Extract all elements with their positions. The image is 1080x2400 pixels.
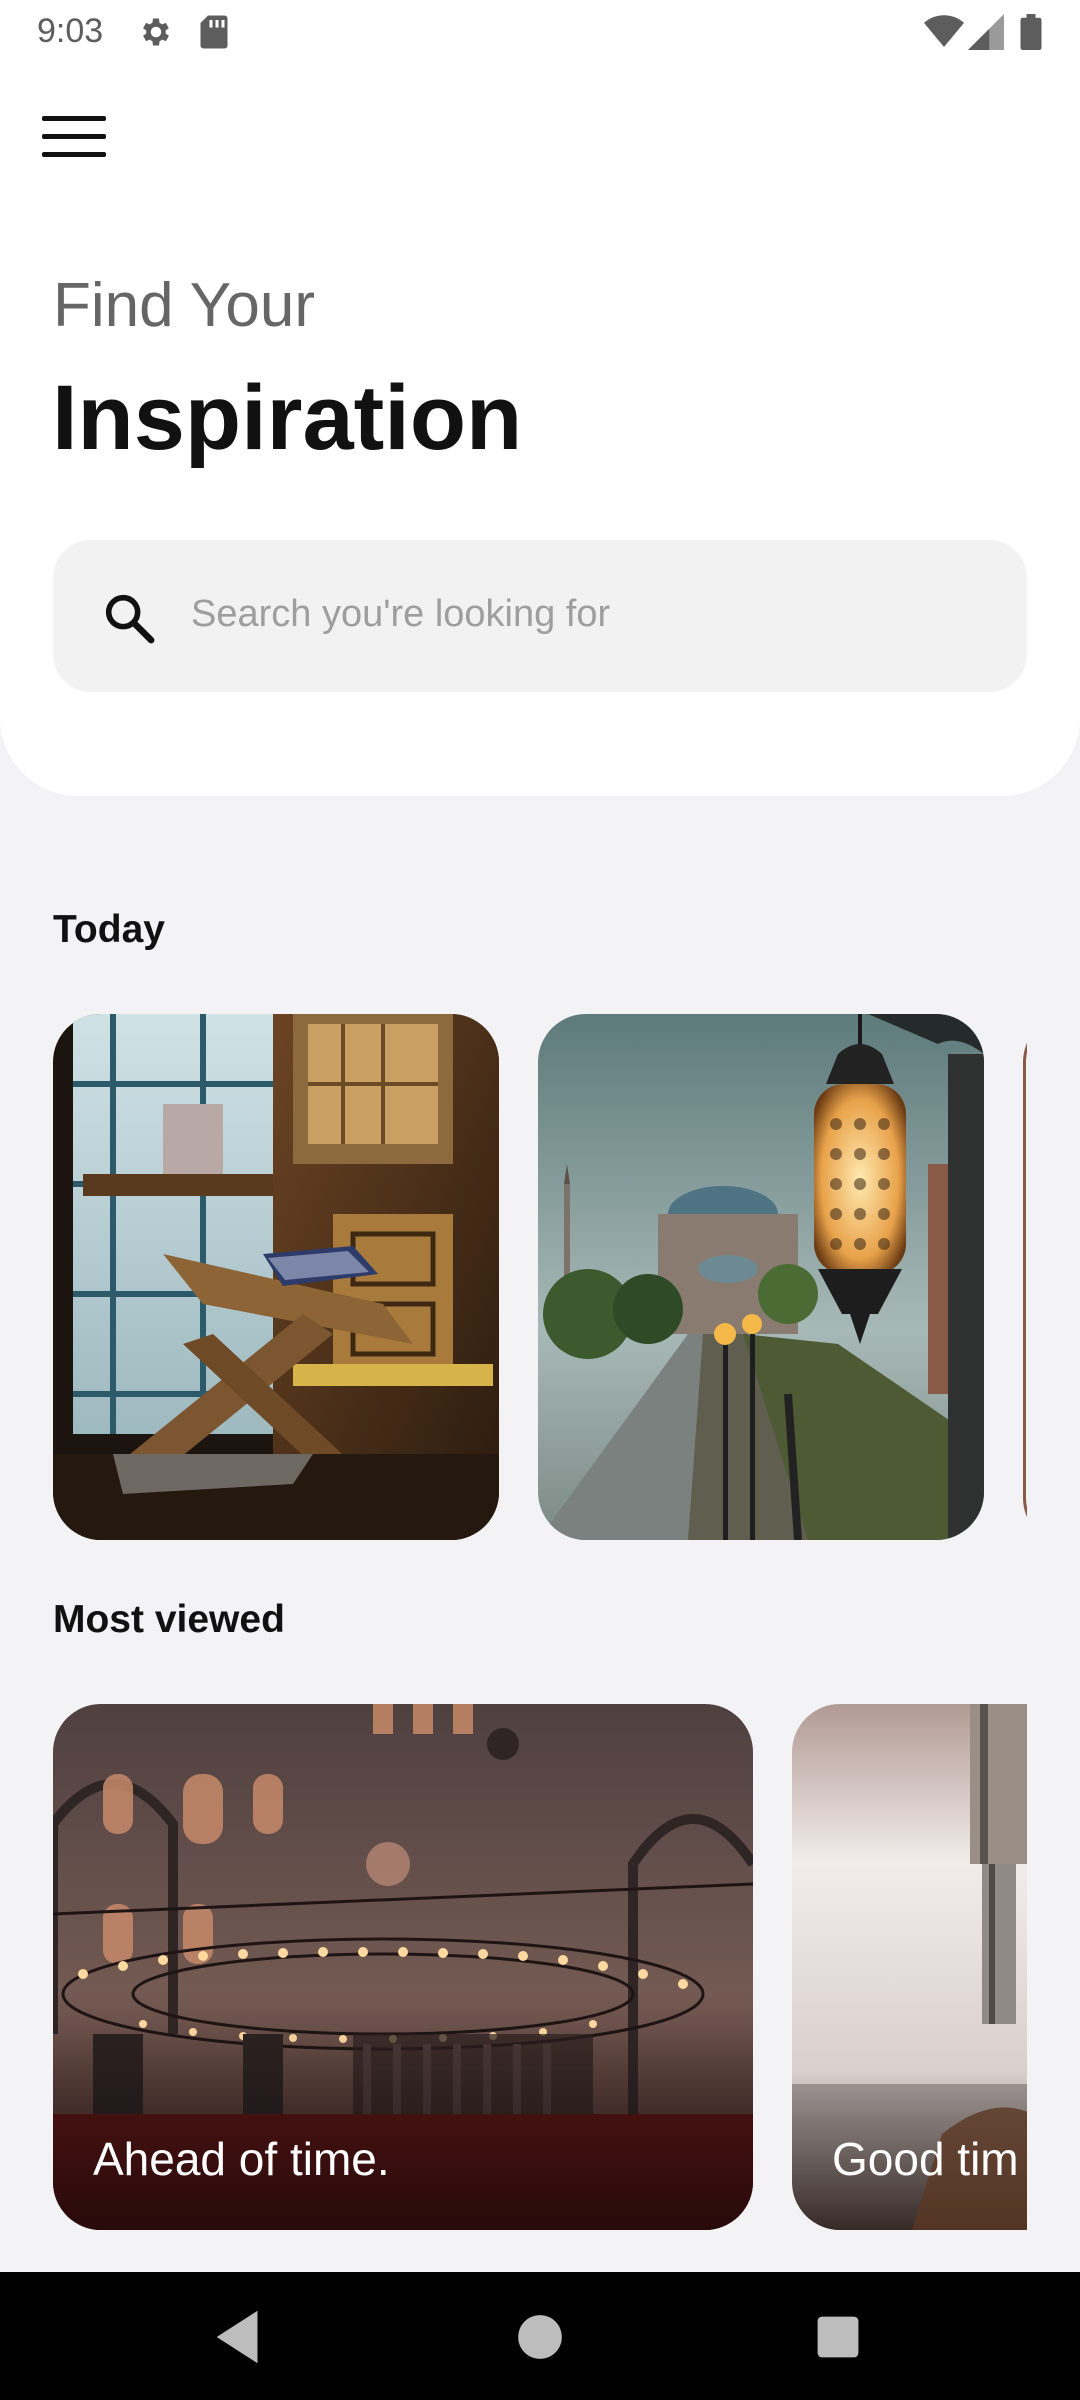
page-title: Inspiration [52,367,523,469]
system-navigation-bar [0,2272,1080,2400]
today-carousel[interactable] [0,1014,1027,1540]
today-card-2[interactable] [538,1014,984,1540]
section-today-label: Today [53,908,165,951]
search-icon[interactable] [101,590,157,646]
card-caption: Ahead of time. [93,2133,390,2185]
sd-card-icon [200,15,228,49]
section-most-viewed-label: Most viewed [53,1598,285,1641]
battery-icon [1020,14,1042,50]
hamburger-menu-icon[interactable] [34,104,112,170]
settings-gear-icon [143,18,169,46]
quran-stand-by-window-photo [53,1014,499,1540]
partial-third-card-photo [1026,1017,1027,1540]
back-icon[interactable] [205,2302,275,2372]
most-viewed-card-2[interactable]: Good tim [792,1704,1027,2230]
status-bar: 9:03 [0,0,1080,62]
mosque-lantern-street-photo [538,1014,984,1540]
card-caption: Good tim [832,2133,1019,2185]
wifi-icon [924,15,964,48]
subtitle: Find Your [53,271,315,340]
today-card-1[interactable] [53,1014,499,1540]
most-viewed-carousel[interactable]: Ahead of time. Good tim [0,1704,1027,2230]
most-viewed-card-1[interactable]: Ahead of time. [53,1704,753,2230]
home-icon[interactable] [505,2302,575,2372]
today-card-3[interactable] [1023,1014,1027,1540]
search-input[interactable] [191,584,971,644]
search-bar[interactable] [53,540,1027,692]
recents-icon[interactable] [803,2302,873,2372]
status-time: 9:03 [37,12,104,50]
cell-signal-icon [968,14,1004,50]
